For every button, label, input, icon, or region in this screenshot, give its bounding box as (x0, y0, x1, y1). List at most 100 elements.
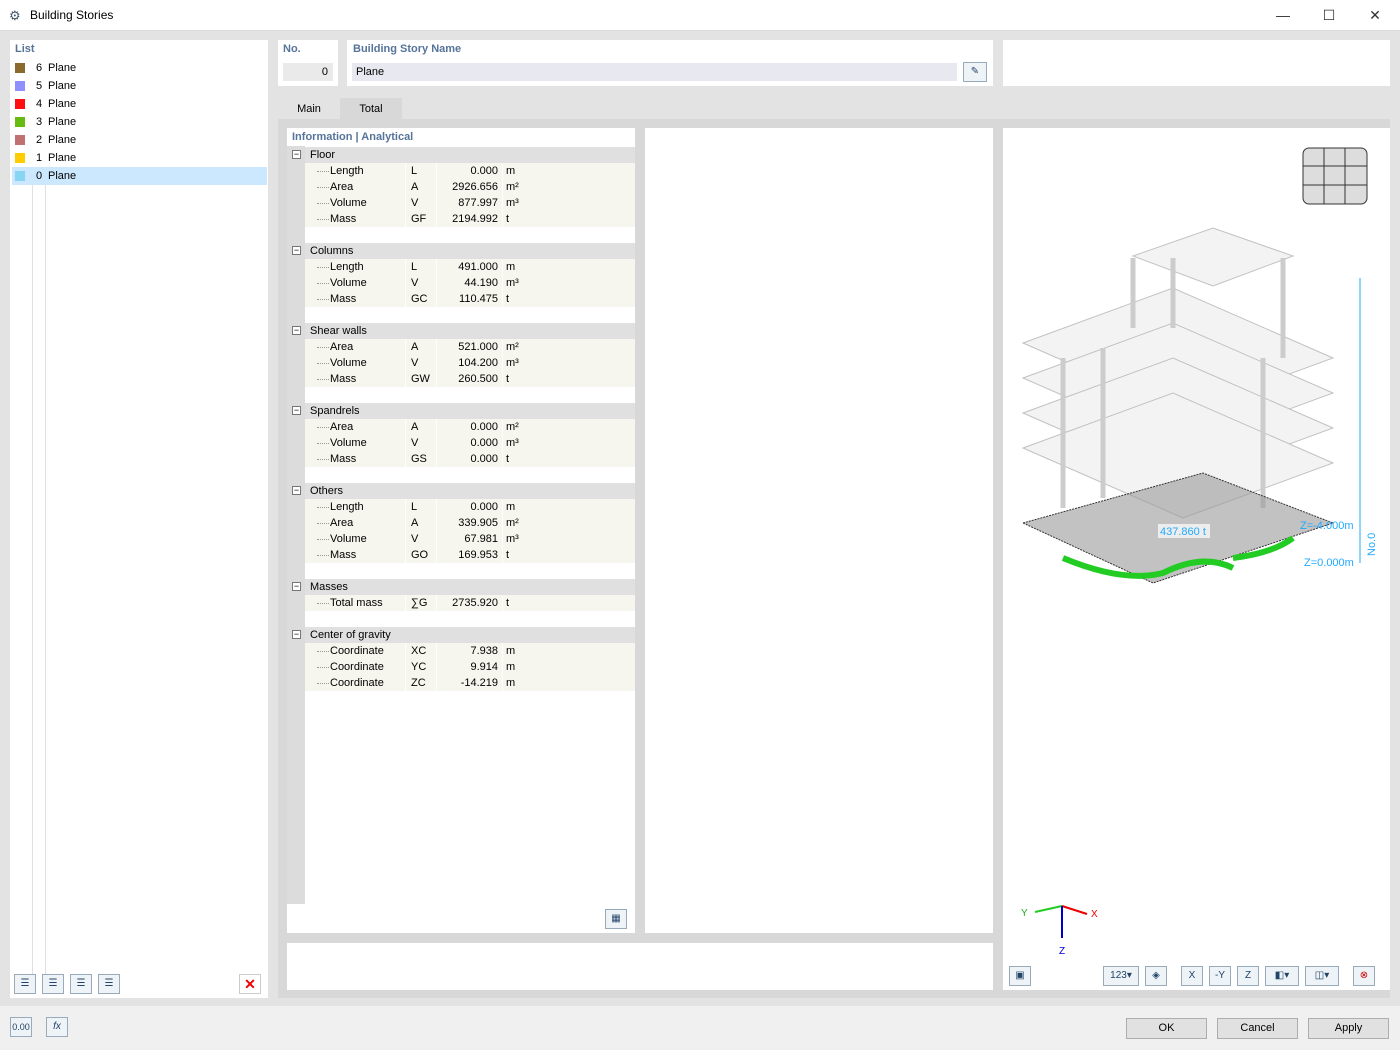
list-item-story-5[interactable]: 5 Plane (12, 77, 267, 95)
formula-icon[interactable]: fx (46, 1017, 68, 1037)
row-symbol: A (411, 421, 419, 433)
collapse-toggle[interactable]: − (292, 630, 301, 639)
close-button[interactable]: ✕ (1352, 0, 1398, 31)
table-row: Volume V 877.997 m³ (305, 195, 635, 211)
row-unit: m² (506, 421, 519, 433)
row-name: Volume (330, 277, 367, 289)
delete-icon[interactable]: ✕ (239, 974, 261, 994)
row-unit: m (506, 501, 516, 513)
row-value: 521.000 (458, 341, 498, 353)
collapse-toggle[interactable]: − (292, 582, 301, 591)
row-symbol: A (411, 181, 419, 193)
row-unit: m (506, 677, 516, 689)
display-icon[interactable]: ◈ (1145, 966, 1167, 986)
row-name: Mass (330, 549, 357, 561)
list-item-story-2[interactable]: 2 Plane (12, 131, 267, 149)
iso-view-icon[interactable]: ◧▾ (1265, 966, 1299, 986)
row-unit: m² (506, 341, 519, 353)
view-toolbar: 123▾ ◈ X -Y Z ◧▾ ◫▾ ⊗ (1103, 966, 1375, 986)
row-name: Length (330, 165, 364, 177)
tab-total[interactable]: Total (340, 98, 402, 120)
row-symbol: GO (411, 549, 429, 561)
group-header[interactable]: Others (305, 483, 635, 499)
collapse-toggle[interactable]: − (292, 406, 301, 415)
edit-name-icon[interactable]: ✎ (963, 62, 987, 82)
group-header[interactable]: Center of gravity (305, 627, 635, 643)
row-value: 2735.920 (452, 597, 498, 609)
row-symbol: A (411, 341, 419, 353)
numbering-icon[interactable]: 123▾ (1103, 966, 1139, 986)
upper-floors (1021, 227, 1335, 519)
copy-story-icon[interactable]: ☰ (42, 974, 64, 994)
story-number: 5 (36, 80, 43, 92)
group-header[interactable]: Columns (305, 243, 635, 259)
insert-story-icon[interactable]: ☰ (70, 974, 92, 994)
collapse-toggle[interactable]: − (292, 486, 301, 495)
row-name: Area (330, 421, 354, 433)
export-table-icon[interactable]: ▦ (605, 909, 627, 929)
collapse-toggle[interactable]: − (292, 326, 301, 335)
row-unit: t (506, 597, 510, 609)
row-value: 169.953 (458, 549, 498, 561)
list-item-story-0[interactable]: 0 Plane (12, 167, 267, 185)
ok-button[interactable]: OK (1126, 1018, 1207, 1039)
z-bottom-label: Z=0.000m (1304, 557, 1354, 569)
reset-view-icon[interactable]: ⊗ (1353, 966, 1375, 986)
tab-main[interactable]: Main (280, 98, 338, 120)
row-unit: t (506, 213, 510, 225)
list-label: List (15, 43, 35, 55)
row-value: 339.905 (458, 517, 498, 529)
row-unit: m (506, 661, 516, 673)
list-item-story-6[interactable]: 6 Plane (12, 59, 267, 77)
row-unit: t (506, 549, 510, 561)
view-x-icon[interactable]: X (1181, 966, 1203, 986)
header-blank-panel (1003, 40, 1390, 86)
collapse-toggle[interactable]: − (292, 246, 301, 255)
list-item-story-4[interactable]: 4 Plane (12, 95, 267, 113)
collapse-toggle[interactable]: − (292, 150, 301, 159)
maximize-button[interactable]: ☐ (1306, 0, 1352, 31)
view-minus-y-icon[interactable]: -Y (1209, 966, 1231, 986)
svg-text:Z: Z (1059, 946, 1065, 957)
row-value: 2194.992 (452, 213, 498, 225)
mass-label: 437.860 t (1160, 526, 1206, 538)
row-unit: t (506, 293, 510, 305)
units-icon[interactable]: 0.00 (10, 1017, 32, 1037)
row-value: 0.000 (470, 453, 498, 465)
group-header[interactable]: Shear walls (305, 323, 635, 339)
story-color-swatch (15, 63, 25, 73)
info-title: Information | Analytical (292, 131, 414, 143)
name-field[interactable]: Plane (352, 63, 957, 81)
new-story-icon[interactable]: ☰ (14, 974, 36, 994)
view-z-icon[interactable]: Z (1237, 966, 1259, 986)
cancel-button[interactable]: Cancel (1217, 1018, 1298, 1039)
story-color-swatch (15, 99, 25, 109)
apply-button[interactable]: Apply (1308, 1018, 1389, 1039)
svg-text:X: X (1091, 909, 1098, 920)
group-name: Floor (310, 149, 336, 161)
group-header[interactable]: Masses (305, 579, 635, 595)
list-item-story-3[interactable]: 3 Plane (12, 113, 267, 131)
table-row: Coordinate YC 9.914 m (305, 659, 635, 675)
minimize-button[interactable]: — (1260, 0, 1306, 31)
row-value: 7.938 (470, 645, 498, 657)
row-symbol: GW (411, 373, 430, 385)
row-unit: m (506, 261, 516, 273)
number-panel: No. 0 (278, 40, 338, 86)
sort-story-icon[interactable]: ☰ (98, 974, 120, 994)
render-mode-icon[interactable]: ◫▾ (1305, 966, 1339, 986)
view-settings-icon[interactable]: ▣ (1009, 966, 1031, 986)
group-header[interactable]: Floor (305, 147, 635, 163)
story-number: 1 (36, 152, 43, 164)
list-item-story-1[interactable]: 1 Plane (12, 149, 267, 167)
row-name: Area (330, 341, 354, 353)
row-name: Area (330, 517, 354, 529)
number-label: No. (283, 43, 301, 55)
3d-view[interactable]: 437.860 t Z=-4.000m Z=0.000m No.0 X Y Z … (1003, 128, 1390, 990)
row-name: Total mass (330, 597, 383, 609)
number-field[interactable]: 0 (283, 63, 333, 81)
table-row: Mass GF 2194.992 t (305, 211, 635, 227)
row-name: Length (330, 501, 364, 513)
group-header[interactable]: Spandrels (305, 403, 635, 419)
table-row: Mass GW 260.500 t (305, 371, 635, 387)
